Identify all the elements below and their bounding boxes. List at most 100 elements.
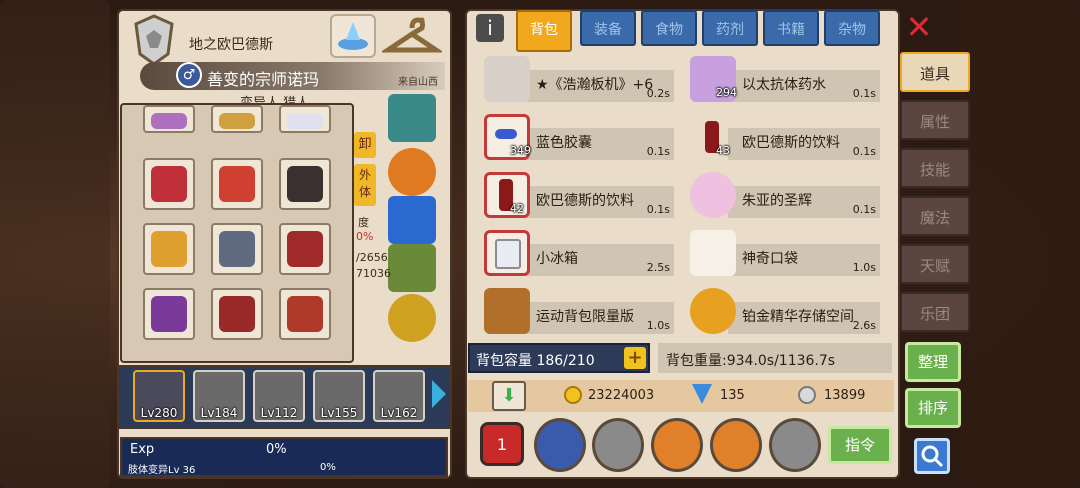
- inventory-item[interactable]: 运动背包限量版 1.0s: [474, 286, 674, 336]
- party-member[interactable]: Lv280: [133, 370, 185, 422]
- party-member[interactable]: Lv162: [373, 370, 425, 422]
- inventory-item[interactable]: 349 蓝色胶囊 0.1s: [474, 112, 674, 162]
- tab-books[interactable]: 书籍: [763, 10, 819, 46]
- item-name: 铂金精华存储空间: [742, 309, 854, 325]
- item-name: 运动背包限量版: [536, 309, 634, 325]
- diamond-amount: 135: [720, 388, 745, 403]
- tab-band[interactable]: 乐团: [900, 292, 970, 332]
- guild-emblem-icon: [128, 14, 180, 66]
- party-member[interactable]: Lv155: [313, 370, 365, 422]
- inventory-item[interactable]: 铂金精华存储空间 2.6s: [680, 286, 880, 336]
- tab-equipment[interactable]: 装备: [580, 10, 636, 46]
- cloak-slot[interactable]: [279, 223, 331, 275]
- item-name: 神奇口袋: [742, 251, 798, 267]
- gun-icon: [484, 56, 530, 102]
- inventory-item[interactable]: 朱亚的圣辉 0.1s: [680, 170, 880, 220]
- item-weight: 0.1s: [646, 203, 670, 216]
- item-name: 小冰箱: [536, 251, 578, 267]
- item-weight: 0.1s: [852, 203, 876, 216]
- level-label: Lv184: [200, 406, 238, 420]
- item-weight: 0.1s: [646, 145, 670, 158]
- tab-backpack[interactable]: 背包: [516, 10, 572, 52]
- tab-potions[interactable]: 药剂: [702, 10, 758, 46]
- item-name: 欧巴德斯的饮料: [536, 193, 634, 209]
- gauntlet-slot[interactable]: [211, 223, 263, 275]
- tools-badge-icon[interactable]: [710, 418, 762, 472]
- essence-orb-icon: [690, 288, 736, 334]
- map-name: 地之欧巴德斯: [189, 37, 273, 53]
- stat-degree: 度: [358, 216, 369, 229]
- item-name: 以太抗体药水: [742, 77, 826, 93]
- item-weight: 0.1s: [852, 87, 876, 100]
- helmet-slot[interactable]: [211, 288, 263, 340]
- svg-text:?: ?: [418, 16, 425, 32]
- ranking-icon[interactable]: 1: [480, 422, 524, 466]
- tab-magic[interactable]: 魔法: [900, 196, 970, 236]
- exp-value: 0%: [266, 442, 287, 457]
- mutation-value: 0%: [320, 462, 336, 473]
- item-weight: 0.2s: [646, 87, 670, 100]
- command-button[interactable]: 指令: [828, 426, 892, 464]
- inventory-item[interactable]: 神奇口袋 1.0s: [680, 228, 880, 278]
- level-label: Lv155: [320, 406, 358, 420]
- party-member[interactable]: Lv112: [253, 370, 305, 422]
- tab-attributes[interactable]: 属性: [900, 100, 970, 140]
- inventory-item[interactable]: ★《浩瀚板机》+6 0.2s: [474, 54, 674, 104]
- portal-icon[interactable]: [330, 14, 376, 58]
- boots-slot[interactable]: [211, 158, 263, 210]
- scroll-right-icon[interactable]: [432, 380, 446, 408]
- shield-slot[interactable]: [279, 158, 331, 210]
- tornado-badge-icon[interactable]: [769, 418, 821, 472]
- pumpkin-slot[interactable]: [388, 148, 436, 196]
- item-name: 蓝色胶囊: [536, 135, 592, 151]
- unequip-tab[interactable]: 卸: [354, 132, 376, 158]
- close-icon[interactable]: ✕: [904, 11, 934, 43]
- inventory-item[interactable]: 294 以太抗体药水 0.1s: [680, 54, 880, 104]
- appearance-tab[interactable]: 外体: [354, 164, 376, 206]
- inventory-item[interactable]: 43 欧巴德斯的饮料 0.1s: [680, 112, 880, 162]
- inventory-item[interactable]: 42 欧巴德斯的饮料 0.1s: [474, 170, 674, 220]
- sort-button[interactable]: 排序: [905, 388, 961, 428]
- mutation-label: 肢体变异Lv 36: [128, 465, 196, 476]
- download-icon[interactable]: ⬇: [492, 381, 526, 411]
- ring-slot[interactable]: [388, 294, 436, 342]
- item-count: 349: [510, 144, 531, 157]
- silver-amount: 13899: [824, 388, 866, 403]
- tab-food[interactable]: 食物: [641, 10, 697, 46]
- equip-slot[interactable]: [279, 105, 331, 133]
- tab-talents[interactable]: 天赋: [900, 244, 970, 284]
- item-weight: 1.0s: [852, 261, 876, 274]
- origin-label: 来自山西: [398, 77, 438, 88]
- diamond-icon: [692, 384, 712, 404]
- star-badge-icon[interactable]: [592, 418, 644, 472]
- chest-armor-slot[interactable]: [143, 158, 195, 210]
- item-weight: 1.0s: [646, 319, 670, 332]
- wings-slot[interactable]: [143, 288, 195, 340]
- weight-label: 背包重量:934.0s/1136.7s: [666, 353, 836, 369]
- exp-label: Exp: [130, 442, 155, 457]
- anchor-slot[interactable]: [388, 196, 436, 244]
- info-icon[interactable]: i: [476, 14, 504, 42]
- equip-slot[interactable]: [143, 105, 195, 133]
- gold-amount: 23224003: [588, 388, 655, 403]
- search-icon[interactable]: [914, 438, 950, 474]
- crystal-slot[interactable]: [388, 94, 436, 142]
- equip-slot[interactable]: [211, 105, 263, 133]
- item-count: 42: [510, 202, 524, 215]
- inventory-item[interactable]: 小冰箱 2.5s: [474, 228, 674, 278]
- party-member[interactable]: Lv184: [193, 370, 245, 422]
- bracer-slot[interactable]: [143, 223, 195, 275]
- tab-misc[interactable]: 杂物: [824, 10, 880, 46]
- expand-capacity-button[interactable]: +: [624, 347, 646, 369]
- shuriken-badge-icon[interactable]: [651, 418, 703, 472]
- item-count: 294: [716, 86, 737, 99]
- helmet-slot[interactable]: [388, 244, 436, 292]
- tab-skills[interactable]: 技能: [900, 148, 970, 188]
- legs-slot[interactable]: [279, 288, 331, 340]
- level-label: Lv112: [260, 406, 298, 420]
- skill-badge-icon[interactable]: [534, 418, 586, 472]
- capacity-label: 背包容量 186/210: [476, 353, 595, 369]
- hanger-icon[interactable]: ?: [379, 14, 445, 58]
- organize-button[interactable]: 整理: [905, 342, 961, 382]
- tab-items[interactable]: 道具: [900, 52, 970, 92]
